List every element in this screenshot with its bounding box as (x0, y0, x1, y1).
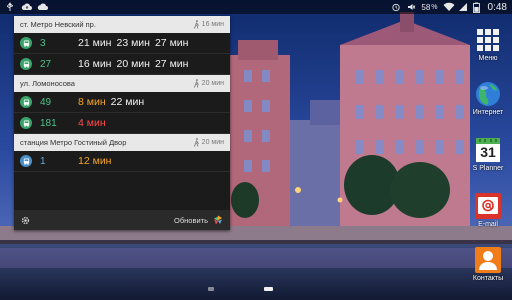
contacts-person-icon (474, 246, 502, 274)
calendar-icon: 31 (474, 136, 502, 164)
bus-icon (20, 96, 32, 108)
route-number: 3 (40, 37, 46, 49)
page-dot-active[interactable] (264, 287, 273, 291)
email-app[interactable]: E-mail (470, 192, 506, 228)
battery-icon (472, 2, 483, 13)
page-indicator (0, 287, 512, 295)
refresh-icon (214, 215, 222, 225)
stop-header[interactable]: станция Метро Гостиный Двор 20 мин (14, 134, 230, 151)
cloud-upload-icon (21, 2, 32, 12)
arrival-time: 21 мин (78, 37, 112, 49)
signal-icon (458, 2, 468, 12)
apps-grid-icon (474, 26, 502, 54)
arrival-time: 23 мин (116, 37, 150, 49)
route-number: 49 (40, 96, 52, 108)
route-row[interactable]: 27 16 мин 20 мин 27 мин (14, 54, 230, 75)
email-label: E-mail (478, 221, 498, 228)
percent-sign: % (431, 3, 438, 11)
clock: 0:48 (487, 1, 507, 13)
stop-name: ул. Ломоносова (20, 79, 75, 88)
usb-icon (5, 2, 15, 12)
route-row[interactable]: 181 4 мин (14, 113, 230, 134)
arrival-time: 16 мин (78, 58, 112, 70)
menu-label: Меню (478, 55, 498, 62)
internet-app[interactable]: Интернет (470, 80, 506, 116)
trolleybus-icon (20, 155, 32, 167)
arrival-time: 12 мин (78, 155, 112, 167)
walk-time: 20 мин (193, 138, 224, 147)
bus-icon (20, 58, 32, 70)
route-row[interactable]: 49 8 мин 22 мин (14, 92, 230, 113)
s-planner-app[interactable]: 31 S Planner (470, 136, 506, 172)
stop-name: ст. Метро Невский пр. (20, 20, 96, 29)
bus-icon (20, 117, 32, 129)
contacts-label: Контакты (472, 275, 504, 282)
walk-time: 20 мин (193, 79, 224, 88)
settings-gear-icon[interactable] (20, 215, 31, 226)
stop-header[interactable]: ул. Ломоносова 20 мин (14, 75, 230, 92)
walking-icon (193, 138, 199, 147)
contacts-app[interactable]: Контакты (470, 246, 506, 282)
arrival-time: 27 мин (154, 37, 189, 49)
internet-label: Интернет (472, 109, 504, 116)
route-number: 1 (40, 155, 46, 167)
route-number: 27 (40, 58, 52, 70)
route-number: 181 (40, 117, 57, 129)
alarm-icon (391, 2, 401, 12)
s-planner-label: S Planner (472, 165, 504, 172)
wifi-icon (443, 2, 455, 12)
walking-icon (193, 20, 199, 29)
walk-time-label: 20 мин (201, 139, 224, 146)
arrival-time: 8 мин (78, 96, 106, 108)
arrival-time: 4 мин (78, 117, 106, 129)
walking-icon (193, 79, 199, 88)
walk-time: 16 мин (193, 20, 224, 29)
calendar-day: 31 (480, 144, 496, 160)
refresh-button[interactable]: Обновить (174, 214, 224, 226)
arrival-time: 22 мин (110, 96, 145, 108)
mute-icon (406, 2, 416, 12)
apps-menu-button[interactable]: Меню (470, 26, 506, 62)
globe-icon (474, 80, 502, 108)
stop-name: станция Метро Гостиный Двор (20, 138, 127, 147)
battery-percent: 58 (421, 2, 431, 12)
transit-widget[interactable]: ст. Метро Невский пр. 16 мин 3 21 мин 23… (14, 16, 230, 230)
widget-footer: Обновить (14, 210, 230, 230)
status-bar: 58 % 0:48 (0, 0, 512, 14)
email-at-icon (474, 192, 502, 220)
arrival-time: 20 мин (116, 58, 150, 70)
page-dot[interactable] (208, 287, 214, 291)
walk-time-label: 16 мин (201, 21, 224, 28)
route-row[interactable]: 1 12 мин (14, 151, 230, 172)
refresh-label: Обновить (174, 215, 208, 225)
stop-header[interactable]: ст. Метро Невский пр. 16 мин (14, 16, 230, 33)
walk-time-label: 20 мин (201, 80, 224, 87)
bus-icon (20, 37, 32, 49)
cloud-icon (37, 2, 48, 12)
route-row[interactable]: 3 21 мин 23 мин 27 мин (14, 33, 230, 54)
arrival-time: 27 мин (154, 58, 189, 70)
